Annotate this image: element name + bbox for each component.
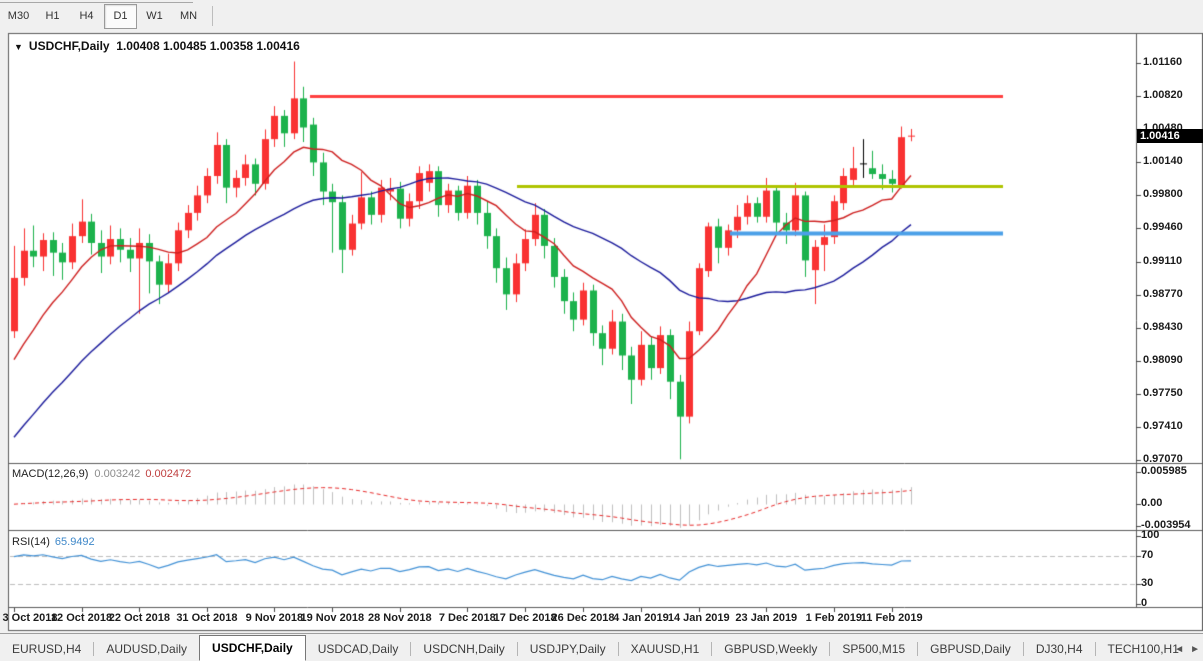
price-axis-label: 1.00140 <box>1143 155 1183 167</box>
current-price-badge: 1.00416 <box>1137 129 1203 143</box>
tab-scroll-right-icon[interactable]: ► <box>1190 644 1200 655</box>
date-axis-label: 14 Jan 2019 <box>668 612 730 624</box>
tab-audusd-daily[interactable]: AUDUSD,Daily <box>94 638 199 660</box>
date-axis-label: 31 Oct 2018 <box>176 612 237 624</box>
tab-usdcnh-daily[interactable]: USDCNH,Daily <box>411 638 516 660</box>
price-axis-label: 0.97410 <box>1143 420 1183 432</box>
timeframe-button-d1[interactable]: D1 <box>104 4 137 29</box>
timeframe-button-h4[interactable]: H4 <box>70 4 103 29</box>
macd-signal-value: 0.002472 <box>145 468 191 480</box>
price-axis-label: 0.97070 <box>1143 453 1183 465</box>
date-axis-label: 9 Nov 2018 <box>246 612 303 624</box>
tab-scroll-buttons: ◄ ► <box>1174 644 1200 655</box>
tab-sp500-m15[interactable]: SP500,M15 <box>830 638 917 660</box>
macd-axis-label: 0.00 <box>1141 497 1162 509</box>
date-axis-label: 3 Oct 2018 <box>2 612 57 624</box>
rsi-axis-label: 70 <box>1141 549 1153 561</box>
tab-usdchf-daily[interactable]: USDCHF,Daily <box>199 635 306 661</box>
tab-eurusd-h4[interactable]: EURUSD,H4 <box>0 638 93 660</box>
date-axis-label: 12 Oct 2018 <box>51 612 112 624</box>
chart-title[interactable]: ▼ USDCHF,Daily 1.00408 1.00485 1.00358 1.… <box>14 39 300 53</box>
rsi-axis-label: 0 <box>1141 597 1147 609</box>
tab-gbpusd-weekly[interactable]: GBPUSD,Weekly <box>712 638 829 660</box>
rsi-axis-label: 30 <box>1141 577 1153 589</box>
price-axis-label: 1.00820 <box>1143 89 1183 101</box>
timeframe-button-m30[interactable]: M30 <box>2 4 35 29</box>
timeframe-button-h1[interactable]: H1 <box>36 4 69 29</box>
date-axis-label: 7 Dec 2018 <box>439 612 496 624</box>
date-axis-label: 23 Jan 2019 <box>735 612 797 624</box>
price-axis-label: 0.99460 <box>1143 221 1183 233</box>
price-axis-label: 0.99110 <box>1143 255 1182 267</box>
macd-main-value: 0.003242 <box>94 468 140 480</box>
tab-usdcad-daily[interactable]: USDCAD,Daily <box>306 638 411 660</box>
date-axis-label: 11 Feb 2019 <box>861 612 923 624</box>
mt4-window: { "toolbar": { "timeframes": [ {"label":… <box>0 0 1203 661</box>
rsi-axis-label: 100 <box>1141 529 1159 541</box>
date-axis-label: 26 Dec 2018 <box>552 612 615 624</box>
timeframe-toolbar: M30H1H4D1W1MN <box>2 2 219 30</box>
price-chart-canvas[interactable] <box>0 0 1203 661</box>
price-axis-label: 0.98090 <box>1143 354 1183 366</box>
price-axis-label: 0.98770 <box>1143 288 1183 300</box>
date-axis-label: 17 Dec 2018 <box>494 612 557 624</box>
chart-ohlc-values: 1.00408 1.00485 1.00358 1.00416 <box>116 39 300 53</box>
date-axis-label: 1 Feb 2019 <box>806 612 862 624</box>
date-axis-label: 4 Jan 2019 <box>613 612 669 624</box>
rsi-value: 65.9492 <box>55 536 95 548</box>
chevron-down-icon: ▼ <box>14 42 23 52</box>
toolbar-separator <box>212 6 213 26</box>
tab-xauusd-h1[interactable]: XAUUSD,H1 <box>619 638 712 660</box>
macd-axis-label: 0.005985 <box>1141 465 1187 477</box>
tab-gbpusd-daily[interactable]: GBPUSD,Daily <box>918 638 1023 660</box>
price-axis-label: 0.97750 <box>1143 387 1183 399</box>
timeframe-button-mn[interactable]: MN <box>172 4 205 29</box>
tab-usdjpy-daily[interactable]: USDJPY,Daily <box>518 638 618 660</box>
timeframe-button-w1[interactable]: W1 <box>138 4 171 29</box>
chart-tab-bar: EURUSD,H4AUDUSD,DailyUSDCHF,DailyUSDCAD,… <box>0 633 1203 661</box>
date-axis-label: 19 Nov 2018 <box>300 612 364 624</box>
tab-dj30-h4[interactable]: DJ30,H4 <box>1024 638 1095 660</box>
tab-scroll-left-icon[interactable]: ◄ <box>1174 644 1184 655</box>
date-axis-label: 28 Nov 2018 <box>368 612 432 624</box>
price-axis-label: 1.01160 <box>1143 56 1182 68</box>
macd-indicator-label: MACD(12,26,9)0.0032420.002472 <box>12 468 191 480</box>
date-axis-label: 22 Oct 2018 <box>109 612 170 624</box>
chart-symbol-label: USDCHF,Daily <box>29 39 110 53</box>
price-axis-label: 0.99800 <box>1143 188 1183 200</box>
rsi-indicator-label: RSI(14)65.9492 <box>12 536 95 548</box>
price-axis-label: 0.98430 <box>1143 321 1183 333</box>
